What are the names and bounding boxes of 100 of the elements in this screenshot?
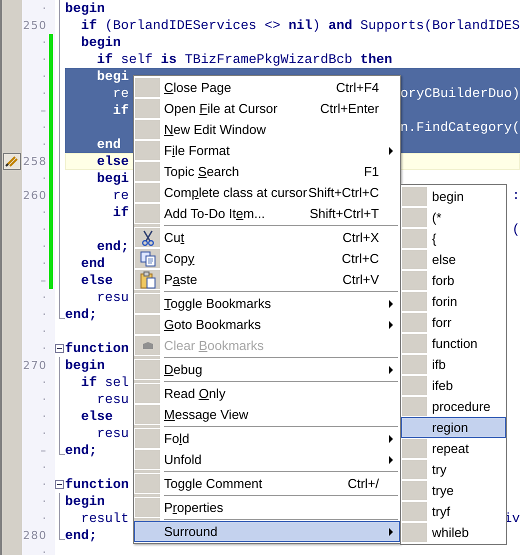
code-line: resu [96, 426, 129, 440]
line-number: 260 [23, 190, 47, 201]
line-marker: · [42, 462, 47, 473]
line-marker: · [42, 309, 47, 320]
menu-item[interactable]: Toggle Comment Ctrl+/ [134, 473, 400, 494]
line-marker: · [42, 71, 47, 82]
line-marker: · [42, 496, 47, 507]
code-text: : [512, 188, 520, 202]
line-marker: – [40, 445, 47, 456]
line-marker: · [42, 258, 47, 269]
menu-item[interactable]: (* [401, 207, 506, 228]
menu-item[interactable]: New Edit Window [134, 119, 400, 140]
line-number: 258 [23, 156, 47, 167]
line-marker: · [42, 513, 47, 524]
menu-item[interactable]: Cut Ctrl+X [134, 227, 400, 248]
menu-item[interactable]: try [401, 459, 506, 480]
menu-item[interactable]: Goto Bookmarks [134, 314, 400, 335]
menu-item[interactable]: Message View [134, 404, 400, 425]
code-line: begin [80, 36, 121, 50]
line-marker: · [42, 224, 47, 235]
line-marker: · [42, 173, 47, 184]
code-line: else [96, 154, 129, 168]
scissors-icon [140, 230, 154, 246]
code-line: end [96, 138, 121, 152]
line-marker: · [42, 479, 47, 490]
code-text: oryCBuilderDuo) [400, 86, 520, 100]
menu-item[interactable]: Add To-Do Item... Shift+Ctrl+T [134, 203, 400, 224]
menu-item[interactable]: Complete class at cursorShift+Ctrl+C [134, 182, 400, 203]
menu-item[interactable]: Unfold [134, 449, 400, 470]
line-marker: · [42, 343, 47, 354]
menu-item[interactable]: else [401, 249, 506, 270]
code-line: end; [65, 308, 97, 322]
menu-item[interactable]: File Format [134, 140, 400, 161]
menu-item[interactable]: region [401, 417, 506, 438]
menu-item[interactable]: Close Page Ctrl+F4 [134, 77, 400, 98]
menu-item[interactable]: tryf [401, 501, 506, 522]
line-marker: – [40, 105, 47, 116]
code-line: resu [96, 392, 129, 406]
menu-item[interactable]: Copy Ctrl+C [134, 248, 400, 269]
line-marker: · [42, 377, 47, 388]
code-line: re [112, 188, 129, 202]
line-marker: · [42, 326, 47, 337]
bookmark-icon[interactable] [3, 153, 21, 170]
code-line: if (BorlandIDEServices <> nil) and Supports(BorlandIDES [80, 18, 520, 32]
menu-item[interactable]: begin [401, 186, 506, 207]
menu-item[interactable]: function [401, 333, 506, 354]
code-line: re [112, 86, 129, 100]
line-marker: · [42, 122, 47, 133]
code-line: end [80, 256, 105, 270]
copy-icon [140, 250, 156, 266]
code-line: if [112, 206, 129, 220]
menu-item[interactable]: { [401, 228, 506, 249]
menu-item[interactable]: Read Only [134, 383, 400, 404]
menu-item[interactable]: Surround [134, 521, 400, 542]
code-line: function [65, 478, 129, 492]
menu-item[interactable]: Properties [134, 497, 400, 518]
menu-item[interactable]: ifb [401, 354, 506, 375]
line-marker: · [42, 139, 47, 150]
line-marker: · [42, 54, 47, 65]
line-marker: · [42, 88, 47, 99]
menu-item[interactable]: Fold [134, 428, 400, 449]
line-marker: – [40, 275, 47, 286]
menu-item[interactable]: Paste Ctrl+V [134, 269, 400, 290]
menu-item[interactable]: repeat [401, 438, 506, 459]
code-line: if self is TBizFramePkgWizardBcb then [96, 52, 392, 66]
code-line: if [112, 104, 129, 118]
eraser-icon [142, 340, 154, 350]
line-number: 280 [23, 530, 47, 541]
menu-item[interactable]: forr [401, 312, 506, 333]
menu-item[interactable]: forin [401, 291, 506, 312]
code-line: end; [65, 444, 97, 458]
code-line: else [80, 410, 113, 424]
code-line: function [65, 342, 129, 356]
line-number: 250 [23, 20, 47, 31]
fold-icon[interactable] [55, 480, 64, 489]
code-line: begin [65, 2, 105, 16]
menu-item[interactable]: Debug [134, 359, 400, 380]
line-marker: · [42, 241, 47, 252]
menu-item[interactable]: Topic Search F1 [134, 161, 400, 182]
menu-item[interactable]: trye [401, 480, 506, 501]
line-marker: · [42, 3, 47, 14]
line-marker: · [42, 411, 47, 422]
code-text: n.FindCategory( [400, 120, 520, 134]
menu-item[interactable]: forb [401, 270, 506, 291]
code-line: begin [65, 494, 105, 508]
code-line: end; [65, 528, 97, 542]
code-line: if sel [80, 376, 129, 390]
line-marker: · [42, 207, 47, 218]
code-line: begi [96, 70, 129, 84]
line-marker: · [42, 547, 47, 555]
menu-item[interactable]: whileb [401, 522, 506, 543]
code-line: resu [96, 290, 129, 304]
menu-item[interactable]: Open File at Cursor Ctrl+Enter [134, 98, 400, 119]
code-line: result [80, 512, 129, 526]
code-line: begin [65, 358, 105, 372]
fold-icon[interactable] [55, 344, 64, 353]
line-number: 270 [23, 360, 47, 371]
menu-item[interactable]: Toggle Bookmarks [134, 293, 400, 314]
menu-item[interactable]: procedure [401, 396, 506, 417]
menu-item[interactable]: ifeb [401, 375, 506, 396]
